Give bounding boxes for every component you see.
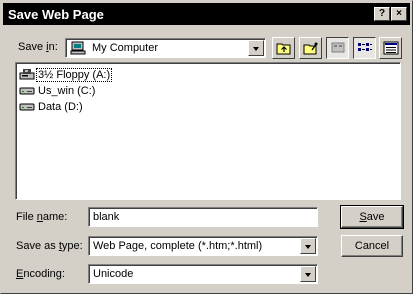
my-computer-icon — [70, 41, 86, 58]
list-item-label: 3½ Floppy (A:) — [35, 67, 113, 82]
list-item[interactable]: Us_win (C:) — [19, 83, 96, 98]
details-view-icon — [383, 41, 399, 55]
up-one-level-button[interactable] — [272, 37, 295, 59]
list-view-icon — [358, 43, 372, 51]
title-bar: Save Web Page ? × — [3, 3, 410, 25]
close-button[interactable]: × — [391, 7, 407, 21]
save-as-type-value: Web Page, complete (*.htm;*.html) — [93, 240, 263, 252]
chevron-down-icon[interactable] — [248, 40, 264, 56]
hard-drive-icon — [19, 87, 35, 95]
help-button[interactable]: ? — [374, 7, 390, 21]
save-web-page-dialog: Save Web Page ? × Save in: My Computer 3… — [0, 0, 413, 294]
save-as-type-label: Save as type: — [16, 240, 83, 252]
encoding-select[interactable]: Unicode — [88, 264, 318, 284]
save-in-value: My Computer — [92, 42, 159, 54]
save-in-label: Save in: — [18, 41, 58, 53]
hard-drive-icon — [19, 103, 35, 111]
save-as-type-select[interactable]: Web Page, complete (*.htm;*.html) — [88, 236, 318, 256]
details-view-button[interactable] — [379, 37, 402, 59]
file-name-field[interactable]: blank — [88, 207, 318, 227]
list-item-label: Data (D:) — [38, 100, 83, 113]
desktop-icon — [331, 42, 345, 53]
new-folder-icon — [303, 42, 318, 55]
chevron-down-icon[interactable] — [300, 266, 316, 282]
save-in-combo[interactable]: My Computer — [65, 38, 266, 58]
save-button[interactable]: Save — [340, 205, 404, 229]
create-new-folder-button[interactable] — [299, 37, 322, 59]
file-name-label: File name: — [16, 211, 68, 223]
folder-up-icon — [276, 43, 291, 55]
file-name-value: blank — [93, 211, 120, 223]
encoding-label: Encoding: — [16, 268, 65, 280]
file-list[interactable]: 3½ Floppy (A:) Us_win (C:) Data (D:) — [15, 62, 401, 200]
desktop-button[interactable] — [326, 37, 349, 59]
list-view-button[interactable] — [353, 37, 376, 59]
floppy-drive-icon — [19, 69, 35, 80]
dialog-title: Save Web Page — [8, 6, 104, 22]
cancel-button[interactable]: Cancel — [341, 235, 403, 257]
chevron-down-icon[interactable] — [300, 238, 316, 254]
list-item-label: Us_win (C:) — [38, 84, 96, 97]
list-item[interactable]: 3½ Floppy (A:) — [19, 67, 113, 82]
encoding-value: Unicode — [93, 268, 134, 280]
list-item[interactable]: Data (D:) — [19, 99, 84, 114]
